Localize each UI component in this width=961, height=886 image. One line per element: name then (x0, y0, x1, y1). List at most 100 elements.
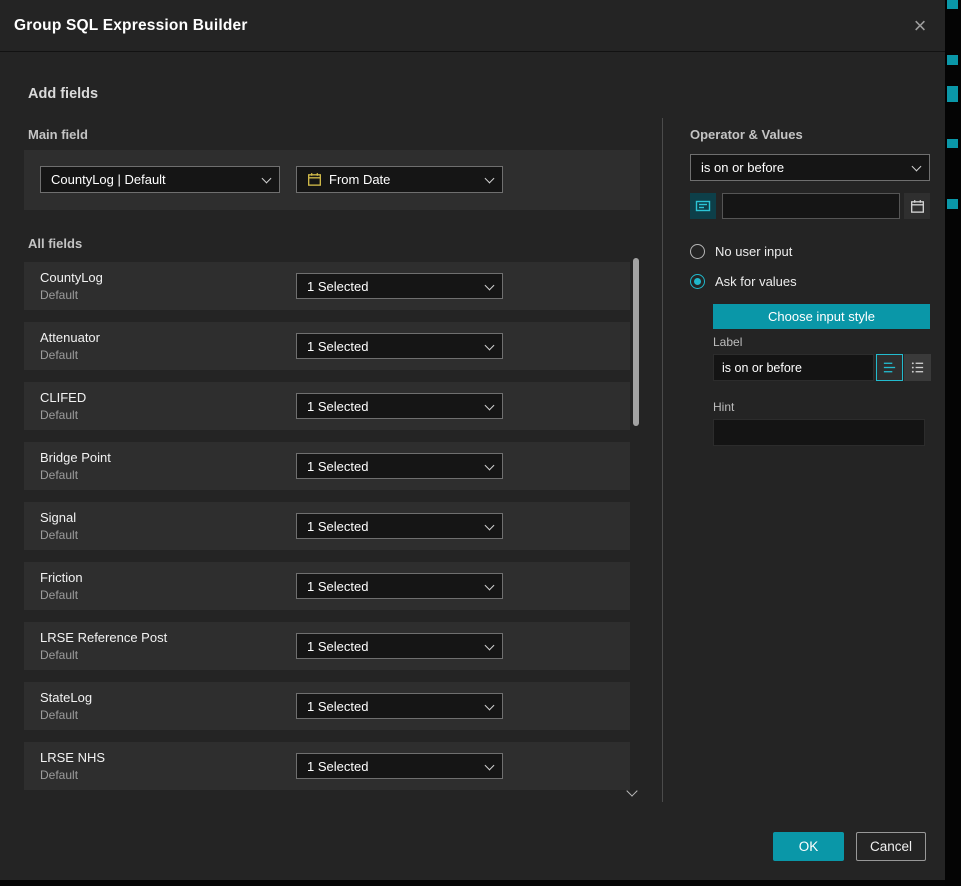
dialog-title: Group SQL Expression Builder (14, 0, 248, 52)
ok-button[interactable]: OK (773, 832, 844, 861)
close-icon[interactable]: × (907, 13, 933, 39)
main-field-dropdown-value: From Date (329, 172, 390, 187)
field-name: CountyLog (40, 270, 103, 285)
field-row: LRSE Reference Post Default 1 Selected (24, 622, 630, 670)
calendar-icon (910, 199, 925, 214)
no-user-input-radio[interactable]: No user input (690, 244, 792, 259)
field-selected-dropdown[interactable]: 1 Selected (296, 453, 503, 479)
background-edge-strip (945, 0, 961, 886)
field-selected-value: 1 Selected (307, 519, 368, 534)
chevron-down-icon (485, 761, 495, 771)
field-name: CLIFED (40, 390, 86, 405)
chevron-down-icon (485, 401, 495, 411)
date-field-calendar-icon (307, 172, 322, 187)
date-value-input[interactable] (722, 193, 900, 219)
field-selected-value: 1 Selected (307, 579, 368, 594)
chevron-down-icon (485, 581, 495, 591)
operator-values-heading: Operator & Values (690, 127, 803, 142)
field-row: Friction Default 1 Selected (24, 562, 630, 610)
field-row: Signal Default 1 Selected (24, 502, 630, 550)
background-fragment (947, 199, 958, 209)
main-layer-dropdown[interactable]: CountyLog | Default (40, 166, 280, 193)
field-subtitle: Default (40, 648, 78, 662)
operator-dropdown[interactable]: is on or before (690, 154, 930, 181)
field-selected-value: 1 Selected (307, 279, 368, 294)
field-subtitle: Default (40, 408, 78, 422)
field-row: StateLog Default 1 Selected (24, 682, 630, 730)
fields-scrollbar[interactable] (632, 258, 640, 794)
ask-for-values-radio[interactable]: Ask for values (690, 274, 797, 289)
no-user-input-label: No user input (715, 244, 792, 259)
field-row: CLIFED Default 1 Selected (24, 382, 630, 430)
background-fragment (947, 55, 958, 65)
field-subtitle: Default (40, 348, 78, 362)
chevron-down-icon (485, 641, 495, 651)
background-fragment (947, 0, 958, 9)
field-selected-value: 1 Selected (307, 399, 368, 414)
all-fields-label: All fields (28, 236, 82, 251)
chevron-down-icon (485, 461, 495, 471)
field-subtitle: Default (40, 708, 78, 722)
radio-selected-icon (690, 274, 705, 289)
field-selected-dropdown[interactable]: 1 Selected (296, 273, 503, 299)
main-layer-dropdown-value: CountyLog | Default (51, 172, 166, 187)
choose-input-style-button[interactable]: Choose input style (713, 304, 930, 329)
chevron-down-icon (485, 174, 495, 184)
field-selected-value: 1 Selected (307, 339, 368, 354)
field-name: LRSE NHS (40, 750, 105, 765)
field-subtitle: Default (40, 468, 78, 482)
scrollbar-thumb[interactable] (633, 258, 639, 426)
chevron-down-icon (485, 521, 495, 531)
field-selected-dropdown[interactable]: 1 Selected (296, 753, 503, 779)
list-input-style-button[interactable] (904, 354, 931, 381)
all-fields-list: CountyLog Default 1 Selected Attenuator … (24, 262, 630, 802)
vertical-divider (662, 118, 663, 802)
field-selected-dropdown[interactable]: 1 Selected (296, 513, 503, 539)
chevron-down-icon (485, 701, 495, 711)
date-input-type-icon[interactable] (690, 193, 716, 219)
operator-dropdown-value: is on or before (701, 160, 784, 175)
field-name: StateLog (40, 690, 92, 705)
label-input[interactable] (713, 354, 874, 381)
field-subtitle: Default (40, 288, 78, 302)
group-sql-expression-builder-dialog: Group SQL Expression Builder × Add field… (0, 0, 945, 880)
cancel-button[interactable]: Cancel (856, 832, 926, 861)
field-selected-dropdown[interactable]: 1 Selected (296, 693, 503, 719)
field-selected-value: 1 Selected (307, 759, 368, 774)
field-selected-dropdown[interactable]: 1 Selected (296, 333, 503, 359)
field-name: Friction (40, 570, 83, 585)
add-fields-heading: Add fields (28, 86, 98, 102)
single-line-input-style-button[interactable] (876, 354, 903, 381)
field-selected-dropdown[interactable]: 1 Selected (296, 393, 503, 419)
chevron-down-icon (262, 174, 272, 184)
radio-unselected-icon (690, 244, 705, 259)
field-subtitle: Default (40, 528, 78, 542)
field-row: Bridge Point Default 1 Selected (24, 442, 630, 490)
field-selected-dropdown[interactable]: 1 Selected (296, 633, 503, 659)
ask-for-values-label: Ask for values (715, 274, 797, 289)
field-name: Bridge Point (40, 450, 111, 465)
field-selected-value: 1 Selected (307, 459, 368, 474)
hint-input[interactable] (713, 419, 925, 446)
background-fragment (947, 86, 958, 102)
chevron-down-icon (485, 281, 495, 291)
field-name: LRSE Reference Post (40, 630, 167, 645)
background-fragment (947, 139, 958, 148)
field-name: Attenuator (40, 330, 100, 345)
field-selected-value: 1 Selected (307, 699, 368, 714)
chevron-down-icon (912, 162, 922, 172)
main-field-dropdown[interactable]: From Date (296, 166, 503, 193)
field-name: Signal (40, 510, 76, 525)
label-caption: Label (713, 335, 742, 349)
field-subtitle: Default (40, 588, 78, 602)
field-row: CountyLog Default 1 Selected (24, 262, 630, 310)
field-selected-dropdown[interactable]: 1 Selected (296, 573, 503, 599)
field-selected-value: 1 Selected (307, 639, 368, 654)
calendar-picker-icon[interactable] (904, 193, 930, 219)
field-row: LRSE NHS Default 1 Selected (24, 742, 630, 790)
field-row: Attenuator Default 1 Selected (24, 322, 630, 370)
field-subtitle: Default (40, 768, 78, 782)
hint-caption: Hint (713, 400, 734, 414)
main-field-label: Main field (28, 127, 88, 142)
dialog-header: Group SQL Expression Builder × (0, 0, 945, 52)
